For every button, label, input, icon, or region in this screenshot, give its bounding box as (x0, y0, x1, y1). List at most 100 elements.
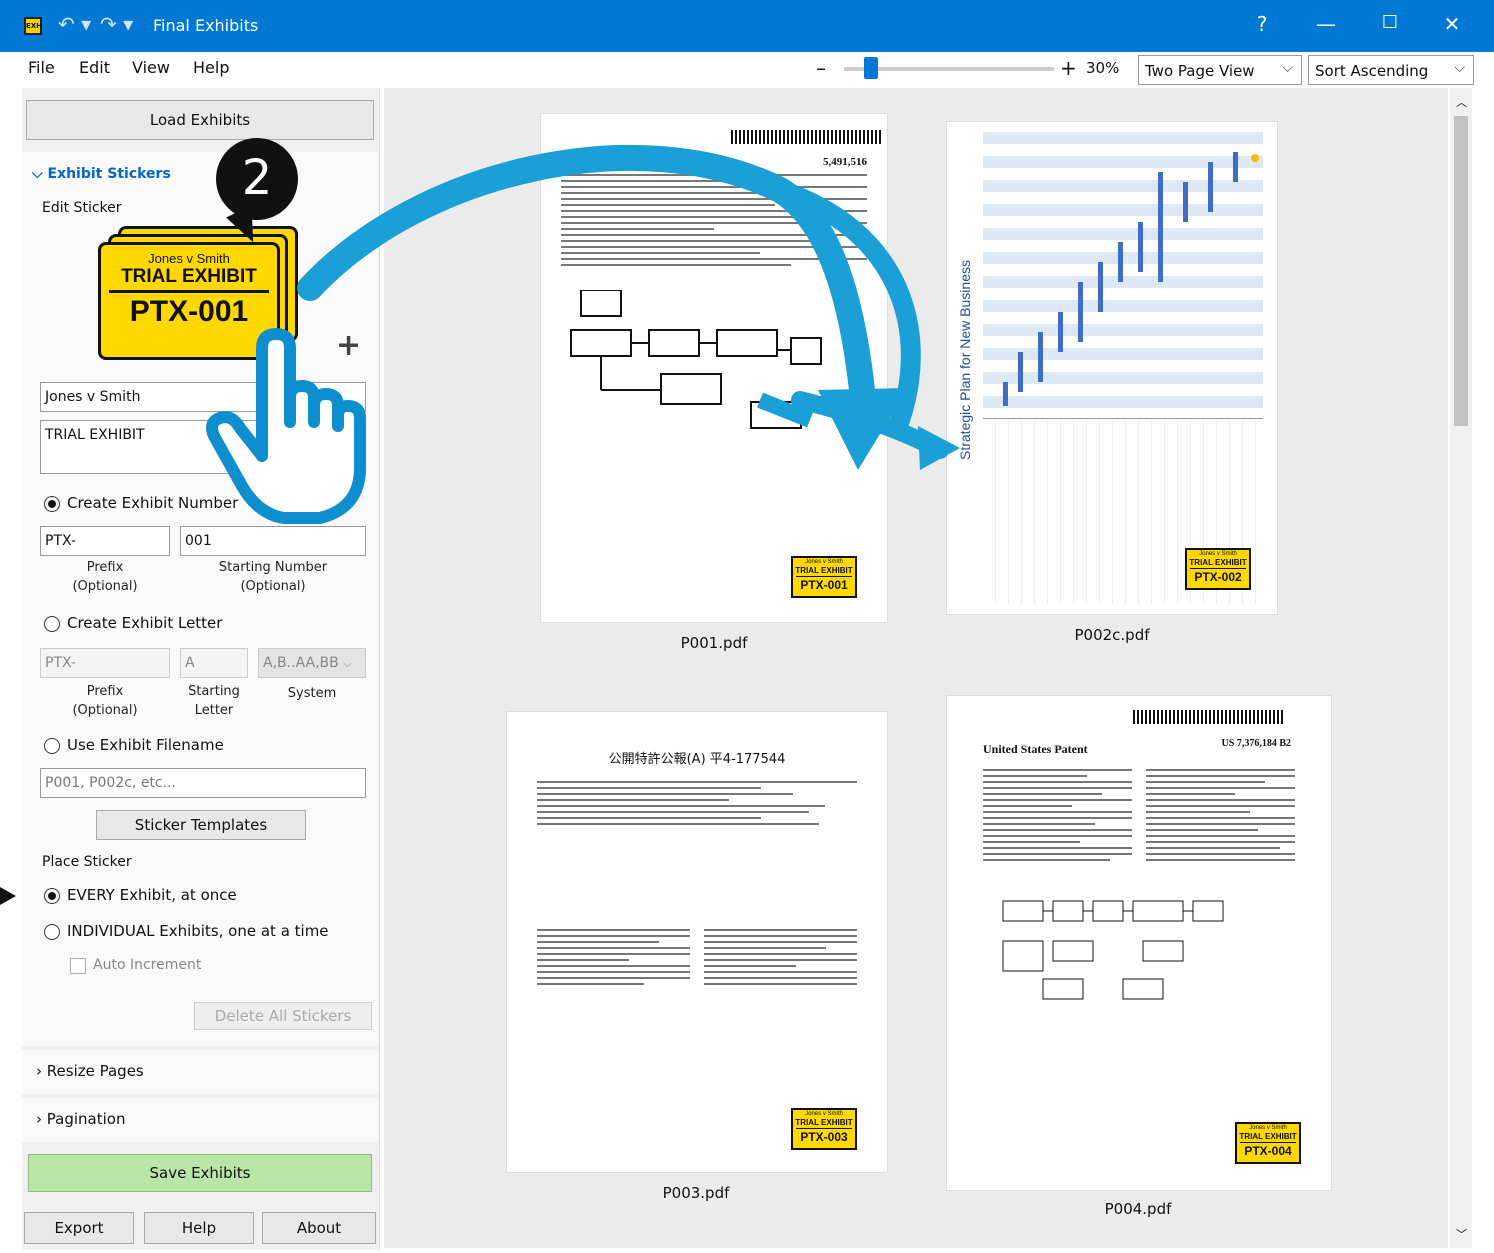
sticker-title: TRIAL EXHIBIT (795, 1118, 853, 1127)
zoom-slider-thumb[interactable] (864, 57, 878, 79)
exhibit-stickers-header[interactable]: ⌵ Exhibit Stickers (32, 166, 171, 182)
file-name-p002c: P002c.pdf (1074, 626, 1150, 644)
sticker-number: PTX-004 (1240, 1142, 1296, 1159)
gantt-bars (1003, 152, 1259, 406)
view-mode-select[interactable]: Two Page View ⌵ (1138, 55, 1302, 85)
place-every-label: EVERY Exhibit, at once (67, 886, 237, 904)
help-icon[interactable]: ? (1242, 12, 1282, 36)
chevron-down-icon: ⌵ (1282, 60, 1293, 76)
create-number-radio[interactable] (44, 496, 60, 512)
letter-prefix-caption: Prefix (Optional) (72, 684, 138, 718)
starting-letter-field[interactable]: A (180, 648, 248, 678)
scroll-up-icon[interactable]: ︿ (1456, 94, 1467, 110)
load-exhibits-button[interactable]: Load Exhibits (26, 100, 374, 140)
exhibit-page-p003[interactable]: 公開特許公報(A) 平4-177544 Jones v Smith TRIAL … (507, 712, 887, 1172)
close-button[interactable]: ✕ (1432, 12, 1472, 36)
exhibit-page-p002c[interactable]: Strategic Plan for New Business Jones v … (947, 122, 1277, 614)
number-prefix-caption: Prefix (Optional) (72, 560, 138, 594)
undo-icon[interactable]: ↶ ▾ (58, 12, 91, 36)
sticker-templates-button[interactable]: Sticker Templates (96, 810, 306, 840)
menu-view[interactable]: View (132, 58, 170, 77)
number-prefix-field[interactable]: PTX- (40, 526, 170, 556)
maximize-button[interactable]: ☐ (1370, 12, 1410, 33)
filename-pattern-field[interactable]: P001, P002c, etc... (40, 768, 366, 798)
doc-title: 公開特許公報(A) 平4-177544 (608, 752, 786, 767)
pagination-header[interactable]: › Pagination (36, 1110, 125, 1128)
edit-sticker-label: Edit Sticker (42, 200, 122, 216)
minimize-button[interactable]: — (1306, 12, 1346, 36)
zoom-in-button[interactable]: + (1060, 56, 1077, 80)
create-letter-label: Create Exhibit Letter (67, 614, 223, 632)
save-exhibits-button[interactable]: Save Exhibits (28, 1154, 372, 1192)
exhibit-viewer: United States Patent 5,491,516 Jones v S… (384, 88, 1448, 1248)
window-title: Final Exhibits (153, 16, 259, 35)
letter-system-value: A,B..AA,BB (263, 655, 339, 671)
use-filename-radio[interactable] (44, 738, 60, 754)
create-number-label: Create Exhibit Number (67, 494, 239, 512)
scroll-down-icon[interactable]: ﹀ (1456, 1226, 1467, 1242)
place-individual-radio[interactable] (44, 924, 60, 940)
block-diagram (570, 289, 822, 429)
letter-system-select[interactable]: A,B..AA,BB ⌵ (258, 648, 366, 678)
auto-increment-checkbox[interactable] (70, 958, 86, 974)
file-name-p004: P004.pdf (1104, 1200, 1172, 1218)
resize-pages-header[interactable]: › Resize Pages (36, 1062, 144, 1080)
menu-file[interactable]: File (28, 58, 55, 77)
sticker-case: Jones v Smith (1199, 551, 1237, 557)
about-button[interactable]: About (262, 1212, 376, 1244)
left-panel: Load Exhibits ⌵ Exhibit Stickers Edit St… (22, 88, 380, 1250)
letter-prefix-field[interactable]: PTX- (40, 648, 170, 678)
auto-increment-label: Auto Increment (93, 957, 202, 973)
barcode (1133, 710, 1283, 724)
scrollbar-thumb[interactable] (1454, 116, 1468, 426)
exhibit-sticker-ptx-003[interactable]: Jones v Smith TRIAL EXHIBIT PTX-003 (791, 1108, 857, 1150)
chevron-down-icon: ⌵ (32, 166, 48, 182)
chevron-down-icon: ⌵ (1454, 60, 1465, 76)
sticker-number: PTX-003 (796, 1128, 852, 1145)
vertical-scrollbar[interactable]: ︿ ﹀ (1450, 88, 1472, 1248)
exhibit-page-p004[interactable]: United States Patent US 7,376,184 B2 Jon… (947, 696, 1331, 1190)
chevron-right-icon: › (36, 1062, 47, 1080)
pagination-section[interactable]: › Pagination (22, 1098, 378, 1142)
app-icon: EXH (24, 17, 42, 35)
zoom-out-button[interactable]: – (816, 56, 826, 80)
sticker-number: PTX-001 (796, 576, 852, 593)
resize-pages-section[interactable]: › Resize Pages (22, 1050, 378, 1094)
help-button[interactable]: Help (144, 1212, 254, 1244)
block-diagram (1002, 900, 1224, 1000)
doc-title: United States Patent (561, 154, 684, 169)
export-button[interactable]: Export (24, 1212, 134, 1244)
redo-icon[interactable]: ↷ ▾ (100, 12, 133, 36)
menu-edit[interactable]: Edit (79, 58, 110, 77)
exhibit-stickers-section: ⌵ Exhibit Stickers Edit Sticker Jones v … (22, 138, 378, 1046)
doc-number: US 7,376,184 B2 (1221, 738, 1291, 749)
exhibit-page-p001[interactable]: United States Patent 5,491,516 Jones v S… (541, 114, 887, 622)
chevron-right-icon: › (36, 1110, 47, 1128)
use-filename-label: Use Exhibit Filename (67, 736, 224, 754)
sort-value: Sort Ascending (1315, 62, 1429, 80)
title-bar: EXH ↶ ▾ ↷ ▾ Final Exhibits ? — ☐ ✕ (0, 0, 1494, 52)
menu-help[interactable]: Help (193, 58, 229, 77)
file-name-p003: P003.pdf (662, 1184, 730, 1202)
zoom-value: 30% (1086, 59, 1120, 77)
sticker-case: Jones v Smith (1249, 1125, 1287, 1131)
sticker-title: TRIAL EXHIBIT (1239, 1132, 1297, 1141)
delete-all-stickers-button[interactable]: Delete All Stickers (194, 1002, 372, 1030)
place-every-pointer-icon (0, 887, 16, 905)
sticker-case: Jones v Smith (805, 559, 843, 565)
starting-number-field[interactable]: 001 (180, 526, 366, 556)
file-name-p001: P001.pdf (680, 634, 748, 652)
sort-select[interactable]: Sort Ascending ⌵ (1308, 55, 1474, 85)
exhibit-sticker-ptx-002[interactable]: Jones v Smith TRIAL EXHIBIT PTX-002 (1185, 548, 1251, 590)
sticker-preview-case: Jones v Smith (148, 251, 230, 266)
view-mode-value: Two Page View (1145, 62, 1255, 80)
doc-number: 5,491,516 (823, 156, 867, 168)
place-every-radio[interactable] (44, 888, 60, 904)
create-letter-radio[interactable] (44, 616, 60, 632)
sticker-title: TRIAL EXHIBIT (795, 566, 853, 575)
exhibit-sticker-ptx-001[interactable]: Jones v Smith TRIAL EXHIBIT PTX-001 (791, 556, 857, 598)
callout-badge: 2 (216, 138, 298, 220)
sticker-title: TRIAL EXHIBIT (1189, 558, 1247, 567)
exhibit-sticker-ptx-004[interactable]: Jones v Smith TRIAL EXHIBIT PTX-004 (1235, 1122, 1301, 1164)
place-individual-label: INDIVIDUAL Exhibits, one at a time (67, 922, 329, 940)
